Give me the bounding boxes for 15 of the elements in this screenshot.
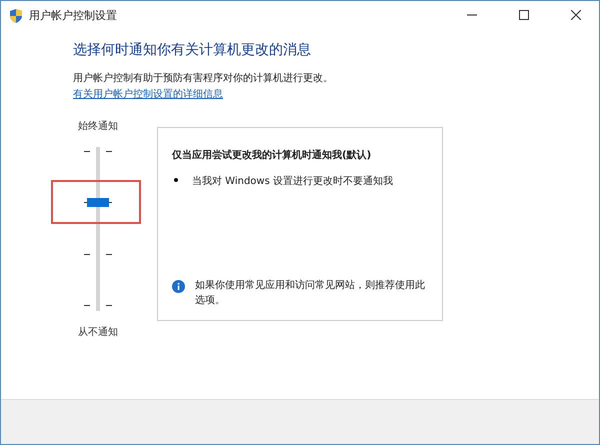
description: 用户帐户控制有助于预防有害程序对你的计算机进行更改。 [73, 72, 334, 85]
maximize-icon [519, 10, 529, 20]
shield-icon [9, 8, 23, 22]
slider-top-label: 始终通知 [78, 120, 118, 133]
info-icon [172, 280, 185, 293]
close-icon [571, 10, 581, 20]
heading: 选择何时通知你有关计算机更改的消息 [73, 41, 312, 59]
bullet-icon [174, 178, 178, 182]
panel-title: 仅当应用尝试更改我的计算机时通知我(默认) [172, 148, 372, 162]
bullet-text: 当我对 Windows 设置进行更改时不要通知我 [192, 174, 393, 188]
window-title: 用户帐户控制设置 [29, 8, 118, 22]
note-text: 如果你使用常见应用和访问常见网站，则推荐使用此选项。 [195, 279, 426, 308]
slider-bottom-label: 从不通知 [78, 326, 118, 339]
details-link[interactable]: 有关用户帐户控制设置的详细信息 [73, 87, 599, 101]
slider-thumb[interactable] [87, 198, 109, 207]
